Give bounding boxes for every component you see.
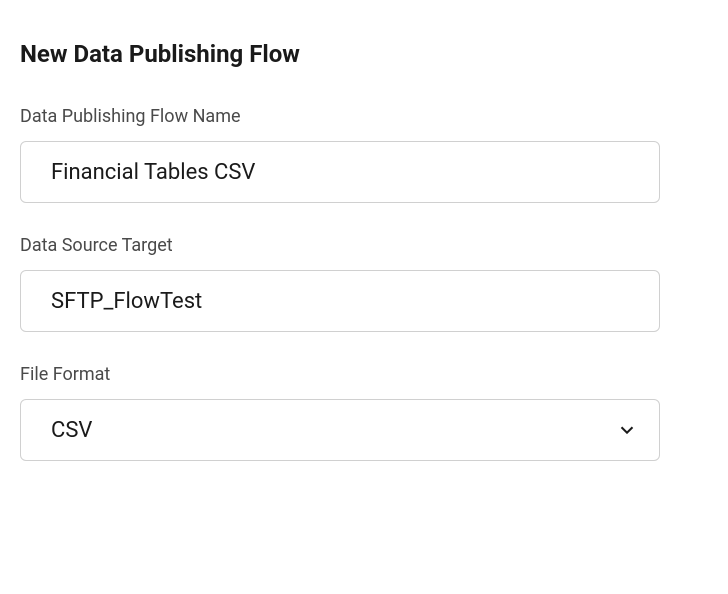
flow-name-input[interactable]	[20, 141, 660, 203]
flow-name-label: Data Publishing Flow Name	[20, 106, 708, 127]
file-format-label: File Format	[20, 364, 708, 385]
data-source-target-input[interactable]	[20, 270, 660, 332]
file-format-select[interactable]: CSV	[20, 399, 660, 461]
file-format-group: File Format CSV	[20, 364, 708, 461]
file-format-select-wrapper: CSV	[20, 399, 660, 461]
flow-name-group: Data Publishing Flow Name	[20, 106, 708, 203]
data-source-target-group: Data Source Target	[20, 235, 708, 332]
data-source-target-label: Data Source Target	[20, 235, 708, 256]
page-title: New Data Publishing Flow	[20, 40, 708, 68]
